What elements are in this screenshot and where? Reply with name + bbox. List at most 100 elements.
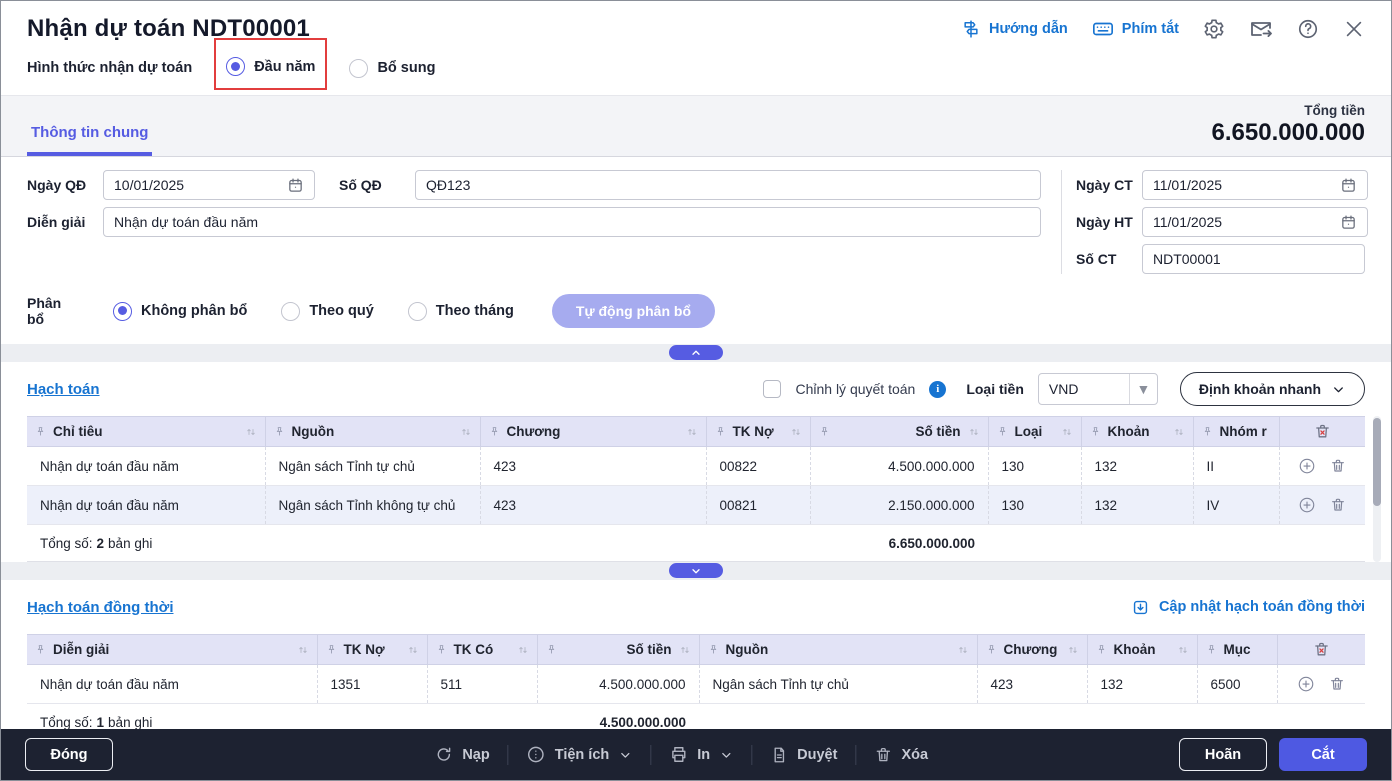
col-actions	[1277, 635, 1365, 665]
radio-theo-quy[interactable]: Theo quý	[281, 302, 373, 321]
col-khoan[interactable]: Khoản	[1087, 635, 1197, 665]
table-row[interactable]: Nhận dự toán đầu năm Ngân sách Tỉnh khôn…	[27, 486, 1365, 525]
ngay-qd-field[interactable]	[103, 170, 315, 200]
chevron-down-icon	[719, 748, 733, 762]
add-row-icon[interactable]	[1298, 496, 1316, 514]
so-ct-field[interactable]	[1142, 244, 1365, 274]
refresh-icon	[434, 745, 453, 764]
print-button[interactable]: In	[669, 745, 733, 764]
title-bar: Nhận dự toán NDT00001 Hướng dẫn Phím tắt	[1, 1, 1391, 47]
postpone-button[interactable]: Hoãn	[1179, 738, 1267, 771]
approve-button[interactable]: Duyệt	[770, 746, 837, 764]
allocation-row: Phân bổ Không phân bổ Theo quý Theo thán…	[1, 288, 1391, 344]
col-so-tien[interactable]: Số tiền	[537, 635, 699, 665]
col-tk-co[interactable]: TK Có	[427, 635, 537, 665]
col-loai[interactable]: Loại	[988, 417, 1081, 447]
table-scrollbar[interactable]	[1373, 416, 1381, 562]
calendar-icon[interactable]	[1340, 176, 1357, 194]
reload-button[interactable]: Nạp	[434, 745, 489, 764]
radio-selected-dot	[226, 57, 245, 76]
accounting-title-link[interactable]: Hạch toán	[27, 381, 100, 398]
col-chi-tieu[interactable]: Chỉ tiêu	[27, 417, 265, 447]
collapse-down-button[interactable]	[669, 563, 723, 578]
delete-all-icon[interactable]	[1286, 641, 1358, 658]
simultaneous-title-link[interactable]: Hạch toán đồng thời	[27, 599, 173, 616]
quick-entry-button[interactable]: Định khoản nhanh	[1180, 372, 1365, 406]
ngay-qd-label: Ngày QĐ	[27, 177, 103, 193]
radio-dau-nam[interactable]: Đầu năm	[226, 57, 315, 76]
so-qd-label: Số QĐ	[339, 177, 415, 193]
collapse-band	[1, 344, 1391, 362]
simultaneous-table: Diễn giải TK Nợ TK Có Số tiền Nguồn Chươ…	[27, 634, 1365, 741]
col-muc[interactable]: Mục	[1197, 635, 1277, 665]
help-icon	[1297, 18, 1319, 40]
currency-select[interactable]: VND ▼	[1038, 373, 1158, 405]
delete-row-icon[interactable]	[1329, 676, 1345, 692]
update-simultaneous-link[interactable]: Cập nhật hạch toán đồng thời	[1131, 598, 1365, 617]
col-tk-no[interactable]: TK Nợ	[317, 635, 427, 665]
delete-all-icon[interactable]	[1288, 423, 1358, 440]
save-button[interactable]: Cắt	[1279, 738, 1367, 771]
tab-thong-tin-chung[interactable]: Thông tin chung	[27, 112, 152, 156]
so-ct-input[interactable]	[1153, 251, 1354, 267]
col-khoan[interactable]: Khoản	[1081, 417, 1193, 447]
select-arrow[interactable]: ▼	[1129, 374, 1157, 404]
chevron-up-icon	[689, 347, 703, 359]
table-row[interactable]: Nhận dự toán đầu năm Ngân sách Tỉnh tự c…	[27, 447, 1365, 486]
chevron-down-icon	[618, 748, 632, 762]
ngay-qd-input[interactable]	[114, 177, 281, 193]
auto-allocate-button[interactable]: Tự động phân bổ	[552, 294, 715, 328]
col-nhom[interactable]: Nhóm r	[1193, 417, 1279, 447]
adjust-settlement-checkbox[interactable]	[763, 380, 781, 398]
so-qd-input[interactable]	[426, 177, 1030, 193]
col-actions	[1279, 417, 1365, 447]
delete-row-icon[interactable]	[1330, 497, 1346, 513]
radio-theo-thang[interactable]: Theo tháng	[408, 302, 514, 321]
ngay-ht-field[interactable]	[1142, 207, 1368, 237]
ngay-ct-input[interactable]	[1153, 177, 1334, 193]
radio-dot	[349, 59, 368, 78]
ngay-ht-input[interactable]	[1153, 214, 1334, 230]
accounting-table: Chỉ tiêu Nguồn Chương TK Nợ Số tiền Loại…	[27, 416, 1365, 562]
help-button[interactable]	[1297, 18, 1319, 40]
close-button[interactable]	[1343, 18, 1365, 40]
info-icon[interactable]: i	[929, 381, 946, 398]
close-icon	[1343, 18, 1365, 40]
footer-bar: Đóng Nạp Tiện ích In Duyệt Xóa Hoãn	[1, 729, 1391, 780]
chevron-down-icon	[1331, 382, 1346, 397]
scrollbar-thumb[interactable]	[1373, 418, 1381, 506]
guide-link[interactable]: Hướng dẫn	[961, 19, 1068, 39]
collapse-up-button[interactable]	[669, 345, 723, 360]
tab-bar: Thông tin chung Tổng tiền 6.650.000.000	[1, 95, 1391, 157]
currency-value: VND	[1039, 381, 1129, 397]
calendar-icon[interactable]	[287, 176, 304, 194]
feedback-button[interactable]	[1249, 17, 1273, 41]
col-chuong[interactable]: Chương	[977, 635, 1087, 665]
delete-button[interactable]: Xóa	[874, 746, 928, 764]
col-nguon[interactable]: Nguồn	[265, 417, 480, 447]
form-section: Ngày QĐ Số QĐ Diễn giải Ngày CT	[1, 157, 1391, 288]
so-qd-field[interactable]	[415, 170, 1041, 200]
dien-giai-input[interactable]	[114, 214, 1030, 230]
col-nguon[interactable]: Nguồn	[699, 635, 977, 665]
radio-bo-sung[interactable]: Bổ sung	[349, 59, 435, 78]
dien-giai-field[interactable]	[103, 207, 1041, 237]
table-row[interactable]: Nhận dự toán đầu năm 1351 511 4.500.000.…	[27, 665, 1365, 704]
col-chuong[interactable]: Chương	[480, 417, 706, 447]
col-dien-giai[interactable]: Diễn giải	[27, 635, 317, 665]
ngay-ct-field[interactable]	[1142, 170, 1368, 200]
delete-row-icon[interactable]	[1330, 458, 1346, 474]
col-tk-no[interactable]: TK Nợ	[706, 417, 810, 447]
settings-button[interactable]	[1203, 18, 1225, 40]
col-so-tien[interactable]: Số tiền	[810, 417, 988, 447]
close-form-button[interactable]: Đóng	[25, 738, 113, 771]
so-ct-label: Số CT	[1076, 251, 1142, 267]
add-row-icon[interactable]	[1297, 675, 1315, 693]
shortcuts-link[interactable]: Phím tắt	[1092, 18, 1179, 40]
add-row-icon[interactable]	[1298, 457, 1316, 475]
calendar-icon[interactable]	[1340, 213, 1357, 231]
download-icon	[1131, 598, 1150, 617]
radio-khong-phan-bo[interactable]: Không phân bổ	[113, 302, 247, 321]
dien-giai-label: Diễn giải	[27, 214, 103, 230]
utilities-button[interactable]: Tiện ích	[527, 745, 633, 764]
